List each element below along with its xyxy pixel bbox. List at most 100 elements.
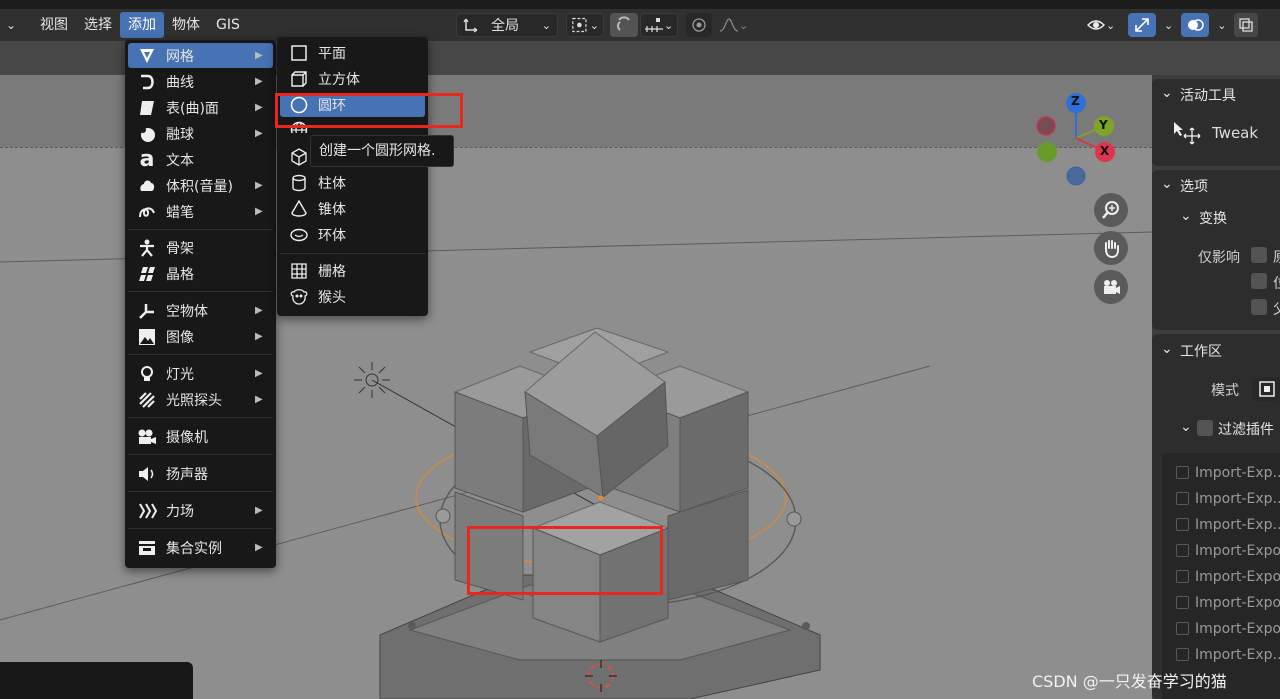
mesh-item-cone[interactable]: 锥体 — [280, 197, 425, 221]
filter-addons-checkbox[interactable] — [1197, 420, 1213, 436]
addon-row[interactable]: Import-Expo — [1176, 569, 1280, 585]
editor-type-chevron-icon[interactable]: ⌄ — [0, 18, 22, 32]
collapse-chevron-icon[interactable]: ⌄ — [1161, 341, 1173, 357]
pan-button[interactable] — [1094, 231, 1128, 265]
add-menu-label: 文本 — [166, 152, 194, 169]
menu-object[interactable]: 物体 — [164, 12, 208, 38]
add-menu-item-metaball[interactable]: 融球 ▶ — [128, 121, 273, 146]
menu-select[interactable]: 选择 — [76, 12, 120, 38]
ring-sphere-left — [435, 508, 451, 524]
addon-row[interactable]: Import-Exp... — [1176, 517, 1280, 533]
pivot-point-dropdown[interactable]: ⌄ — [566, 13, 604, 37]
collapse-chevron-icon[interactable]: ⌄ — [1161, 85, 1173, 101]
chevron-down-icon: ⌄ — [739, 18, 749, 32]
chevron-down-icon[interactable]: ⌄ — [1164, 19, 1173, 32]
collapse-chevron-icon[interactable]: ⌄ — [1180, 208, 1192, 224]
chevron-down-icon: ⌄ — [1106, 18, 1116, 32]
addon-row[interactable]: Import-Exp... — [1176, 647, 1280, 663]
light-probe-icon — [139, 391, 155, 408]
submenu-arrow-icon: ▶ — [255, 331, 263, 342]
add-menu-item-image[interactable]: 图像 ▶ — [128, 324, 273, 349]
add-menu-item-light-probe[interactable]: 光照探头 ▶ — [128, 387, 273, 412]
addon-name: Import-Exp... — [1195, 647, 1280, 663]
addon-name: Import-Expo — [1195, 543, 1280, 559]
menu-add[interactable]: 添加 — [120, 12, 164, 38]
addon-checkbox[interactable] — [1176, 596, 1189, 609]
add-menu-item-speaker[interactable]: 扬声器 — [128, 461, 273, 486]
addon-name: Import-Exp... — [1195, 517, 1280, 533]
affect-parents-checkbox[interactable] — [1251, 299, 1267, 315]
snap-target-dropdown[interactable]: ⌄ — [640, 13, 678, 37]
addon-name: Import-Expo — [1195, 621, 1280, 637]
mesh-item-torus[interactable]: 环体 — [280, 223, 425, 247]
mesh-item-plane[interactable]: 平面 — [280, 41, 425, 65]
addon-row[interactable]: Import-Expo — [1176, 621, 1280, 637]
orientation-icon — [463, 18, 478, 33]
addon-checkbox[interactable] — [1176, 492, 1189, 505]
zoom-button[interactable] — [1094, 193, 1128, 227]
ring-sphere-right — [786, 511, 802, 527]
mesh-item-monkey[interactable]: 猴头 — [280, 285, 425, 309]
pivot-icon — [572, 17, 587, 33]
camera-icon — [1104, 280, 1120, 294]
overlays-toggle-button[interactable] — [1181, 13, 1210, 37]
add-menu-item-camera[interactable]: 摄像机 — [128, 424, 273, 449]
menu-gis[interactable]: GIS — [208, 12, 248, 38]
affect-locations-checkbox[interactable] — [1251, 273, 1267, 289]
add-menu-item-collection-instance[interactable]: 集合实例 ▶ — [128, 535, 273, 560]
falloff-dropdown[interactable]: ⌄ — [714, 13, 756, 37]
mode-dropdown[interactable] — [1252, 377, 1280, 401]
add-menu-item-grease-pencil[interactable]: 蜡笔 ▶ — [128, 199, 273, 224]
add-menu-item-armature[interactable]: 骨架 — [128, 235, 273, 260]
addon-checkbox[interactable] — [1176, 544, 1189, 557]
addon-row[interactable]: Import-Exp... — [1176, 491, 1280, 507]
add-menu-item-curve[interactable]: 曲线 ▶ — [128, 69, 273, 94]
snap-toggle-button[interactable] — [610, 13, 638, 37]
collapse-chevron-icon[interactable]: ⌄ — [1180, 419, 1192, 435]
addon-checkbox[interactable] — [1176, 466, 1189, 479]
addon-row[interactable]: Import-Expo — [1176, 543, 1280, 559]
menu-separator — [128, 528, 273, 529]
torus-icon — [290, 228, 308, 242]
addon-row[interactable]: Import-Exp... — [1176, 465, 1280, 481]
proportional-edit-button[interactable] — [686, 13, 712, 37]
collapse-chevron-icon[interactable]: ⌄ — [1161, 176, 1173, 192]
submenu-arrow-icon: ▶ — [255, 305, 263, 316]
armature-icon — [140, 239, 154, 257]
add-menu-item-text[interactable]: a 文本 — [128, 147, 273, 172]
add-menu-item-surface[interactable]: 表(曲)面 ▶ — [128, 95, 273, 120]
options-title: 选项 — [1180, 179, 1208, 195]
add-menu-item-light[interactable]: 灯光 ▶ — [128, 361, 273, 386]
mesh-item-grid[interactable]: 栅格 — [280, 259, 425, 283]
mesh-item-label: 猴头 — [318, 290, 346, 306]
menu-view[interactable]: 视图 — [32, 12, 76, 38]
transform-orientation-dropdown[interactable]: 全局 ⌄ — [456, 13, 558, 37]
addon-checkbox[interactable] — [1176, 622, 1189, 635]
add-menu-item-lattice[interactable]: 晶格 — [128, 261, 273, 286]
viewport-menubar: ⌄ 视图 选择 添加 物体 GIS — [0, 9, 248, 41]
visibility-dropdown[interactable]: ⌄ — [1082, 13, 1124, 37]
addon-checkbox[interactable] — [1176, 570, 1189, 583]
surface-icon — [140, 100, 154, 115]
affect-origins-checkbox[interactable] — [1251, 247, 1267, 263]
mesh-item-cylinder[interactable]: 柱体 — [280, 171, 425, 195]
xray-toggle-button[interactable] — [1234, 13, 1259, 37]
mesh-item-label: 柱体 — [318, 176, 346, 192]
submenu-arrow-icon: ▶ — [255, 180, 263, 191]
add-menu-item-force-field[interactable]: 力场 ▶ — [128, 498, 273, 523]
add-menu-item-mesh[interactable]: 网格 ▶ — [128, 43, 273, 68]
add-menu-label: 扬声器 — [166, 466, 208, 483]
add-menu-item-empty[interactable]: 空物体 ▶ — [128, 298, 273, 323]
add-menu-item-volume[interactable]: 体积(音量) ▶ — [128, 173, 273, 198]
addon-row[interactable]: Import-Expo — [1176, 595, 1280, 611]
proportional-icon — [692, 18, 706, 32]
add-menu-label: 蜡笔 — [166, 204, 194, 221]
mesh-item-cube[interactable]: 立方体 — [280, 67, 425, 91]
gizmo-toggle-button[interactable] — [1128, 13, 1156, 37]
camera-view-button[interactable] — [1094, 270, 1128, 304]
chevron-down-icon[interactable]: ⌄ — [1217, 19, 1226, 32]
addon-checkbox[interactable] — [1176, 518, 1189, 531]
magnet-icon — [617, 16, 630, 31]
addon-checkbox[interactable] — [1176, 648, 1189, 661]
watermark: CSDN @一只发奋学习的猫 — [1032, 672, 1227, 691]
